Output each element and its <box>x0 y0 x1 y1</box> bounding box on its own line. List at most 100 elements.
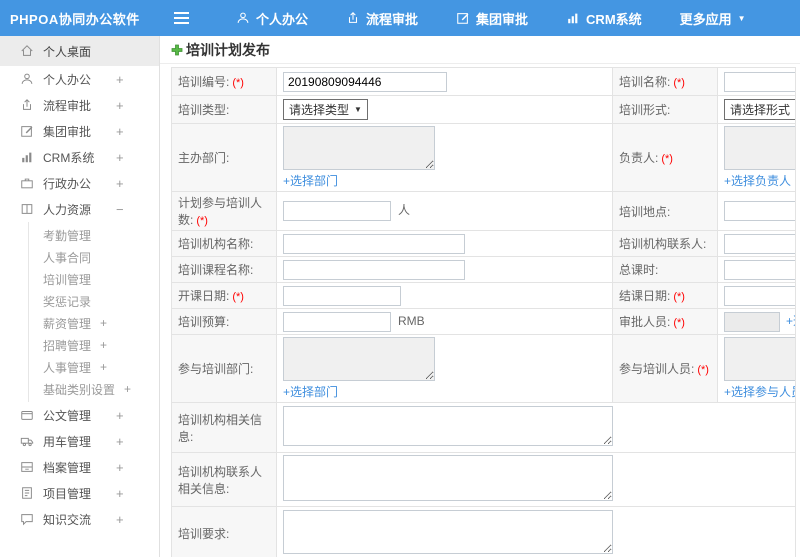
sidebar-item-label: 知识交流 <box>43 512 92 527</box>
sidebar-item-admin-office[interactable]: 行政办公 + <box>0 170 159 196</box>
sidebar-item-label: CRM系统 <box>43 150 95 165</box>
budget-input[interactable] <box>283 311 391 332</box>
nav-workflow-approval[interactable]: 流程审批 <box>346 9 418 28</box>
field-label: 培训预算: <box>178 315 230 329</box>
sidebar-item-personal-office[interactable]: 个人办公 + <box>0 66 159 92</box>
field-label: 培训编号: <box>178 75 230 89</box>
hamburger-menu-icon[interactable] <box>164 9 198 27</box>
training-no-input[interactable] <box>283 71 447 92</box>
training-type-select[interactable]: 请选择类型 ▼ <box>283 99 368 120</box>
org-name-input[interactable] <box>283 233 465 254</box>
expand-toggle[interactable]: + <box>116 512 124 527</box>
select-approver-link[interactable]: +选择审批人员 <box>786 314 795 328</box>
org-contact-info-textarea[interactable] <box>283 455 613 501</box>
total-hours-input[interactable] <box>724 259 795 280</box>
start-date-input[interactable] <box>283 285 401 306</box>
field-label: 结课日期: <box>619 289 671 303</box>
sidebar-item-personal-desktop[interactable]: 个人桌面 <box>0 36 159 66</box>
expand-toggle[interactable]: + <box>124 382 131 396</box>
main-content: 培训计划发布 培训编号:(*) 培训名称:(*) 培训类型: 请选择类型▼ 培训… <box>160 36 800 557</box>
required-mark: (*) <box>673 291 685 303</box>
sidebar-item-project-mgmt[interactable]: 项目管理 + <box>0 480 159 506</box>
label-location: 培训地点: <box>612 191 718 231</box>
sidebar-item-workflow-approval[interactable]: 流程审批 + <box>0 92 159 118</box>
expand-toggle[interactable]: + <box>100 338 107 352</box>
required-mark: (*) <box>661 153 673 165</box>
nav-more-apps[interactable]: 更多应用 ▼ <box>680 9 746 28</box>
requirements-textarea[interactable] <box>283 509 613 554</box>
host-dept-box[interactable] <box>283 126 435 170</box>
leader-box[interactable] <box>724 126 795 170</box>
sidebar-item-label: 个人办公 <box>43 72 92 87</box>
field-label: 培训类型: <box>178 103 230 117</box>
sidebar-item-group-approval[interactable]: 集团审批 + <box>0 118 159 144</box>
nav-label: 个人办公 <box>256 11 309 27</box>
org-contact-input[interactable] <box>724 233 795 254</box>
training-form-select[interactable]: 请选择形式▼ <box>724 99 795 120</box>
nav-personal-office[interactable]: 个人办公 <box>236 9 308 28</box>
sidebar-item-label: 用车管理 <box>43 434 92 449</box>
sidebar-item-attendance[interactable]: 考勤管理 <box>29 224 159 246</box>
sidebar-item-label: 公文管理 <box>43 408 92 423</box>
nav-label: 流程审批 <box>366 11 419 27</box>
required-mark: (*) <box>697 364 709 376</box>
expand-toggle[interactable]: + <box>100 316 107 330</box>
book-icon <box>20 202 34 216</box>
required-mark: (*) <box>196 215 208 227</box>
planned-count-input[interactable] <box>283 201 391 221</box>
field-label: 计划参与培训人数: <box>178 196 263 227</box>
collapse-toggle[interactable]: − <box>116 202 124 217</box>
expand-toggle[interactable]: + <box>116 124 124 139</box>
sidebar-item-recruit-mgmt[interactable]: 招聘管理 + <box>29 334 159 356</box>
sidebar-item-salary-mgmt[interactable]: 薪资管理 + <box>29 312 159 334</box>
sidebar-item-vehicle-mgmt[interactable]: 用车管理 + <box>0 428 159 454</box>
user-icon <box>20 72 34 86</box>
label-org-info: 培训机构相关信息: <box>171 402 277 453</box>
sidebar-item-personnel-mgmt[interactable]: 人事管理 + <box>29 356 159 378</box>
sidebar-item-archive-mgmt[interactable]: 档案管理 + <box>0 454 159 480</box>
hr-submenu: 考勤管理 人事合同 培训管理 奖惩记录 薪资管理 + 招聘管理 + 人事管理 + 基础… <box>28 222 159 402</box>
nav-crm-system[interactable]: CRM系统 <box>566 9 642 28</box>
training-name-input[interactable] <box>724 71 795 92</box>
attend-people-box[interactable] <box>724 337 795 381</box>
expand-toggle[interactable]: + <box>116 408 124 423</box>
attend-dept-box[interactable] <box>283 337 435 381</box>
select-dept-link[interactable]: +选择部门 <box>283 385 338 399</box>
label-attend-dept: 参与培训部门: <box>171 334 277 403</box>
expand-toggle[interactable]: + <box>116 72 124 87</box>
sidebar-item-document-mgmt[interactable]: 公文管理 + <box>0 402 159 428</box>
add-plus-icon <box>171 44 183 56</box>
select-value: 请选择类型 <box>289 103 350 117</box>
briefcase-icon <box>20 176 34 190</box>
app-logo: PHPOA协同办公软件 <box>10 11 140 27</box>
expand-toggle[interactable]: + <box>100 360 107 374</box>
select-attend-people-link[interactable]: +选择参与人员 <box>724 385 795 399</box>
expand-toggle[interactable]: + <box>116 150 124 165</box>
expand-toggle[interactable]: + <box>116 434 124 449</box>
sidebar-item-label: 档案管理 <box>43 460 92 475</box>
select-dept-link[interactable]: +选择部门 <box>283 174 338 188</box>
location-input[interactable] <box>724 201 795 221</box>
nav-group-approval[interactable]: 集团审批 <box>456 9 528 28</box>
label-org-contact-info: 培训机构联系人相关信息: <box>171 452 277 507</box>
sidebar-item-crm[interactable]: CRM系统 + <box>0 144 159 170</box>
expand-toggle[interactable]: + <box>116 176 124 191</box>
expand-toggle[interactable]: + <box>116 98 124 113</box>
sub-item-label: 基础类别设置 <box>43 382 116 397</box>
org-info-textarea[interactable] <box>283 406 613 446</box>
sidebar: 个人桌面 个人办公 + 流程审批 + 集团审批 + CRM系统 + 行政办公 + <box>0 36 160 557</box>
sidebar-item-training-mgmt[interactable]: 培训管理 <box>29 268 159 290</box>
expand-toggle[interactable]: + <box>116 460 124 475</box>
expand-toggle[interactable]: + <box>116 486 124 501</box>
course-name-input[interactable] <box>283 259 465 280</box>
sidebar-item-hr-contract[interactable]: 人事合同 <box>29 246 159 268</box>
end-date-input[interactable] <box>724 285 795 306</box>
approver-box[interactable] <box>724 311 780 332</box>
sidebar-item-knowledge-exchange[interactable]: 知识交流 + <box>0 506 159 532</box>
sidebar-item-hr[interactable]: 人力资源 − <box>0 196 159 222</box>
select-leader-link[interactable]: +选择负责人 <box>724 174 791 188</box>
required-mark: (*) <box>673 317 685 329</box>
notebook-icon <box>20 486 34 500</box>
sidebar-item-reward-punishment[interactable]: 奖惩记录 <box>29 290 159 312</box>
sidebar-item-base-category[interactable]: 基础类别设置 + <box>29 378 159 400</box>
